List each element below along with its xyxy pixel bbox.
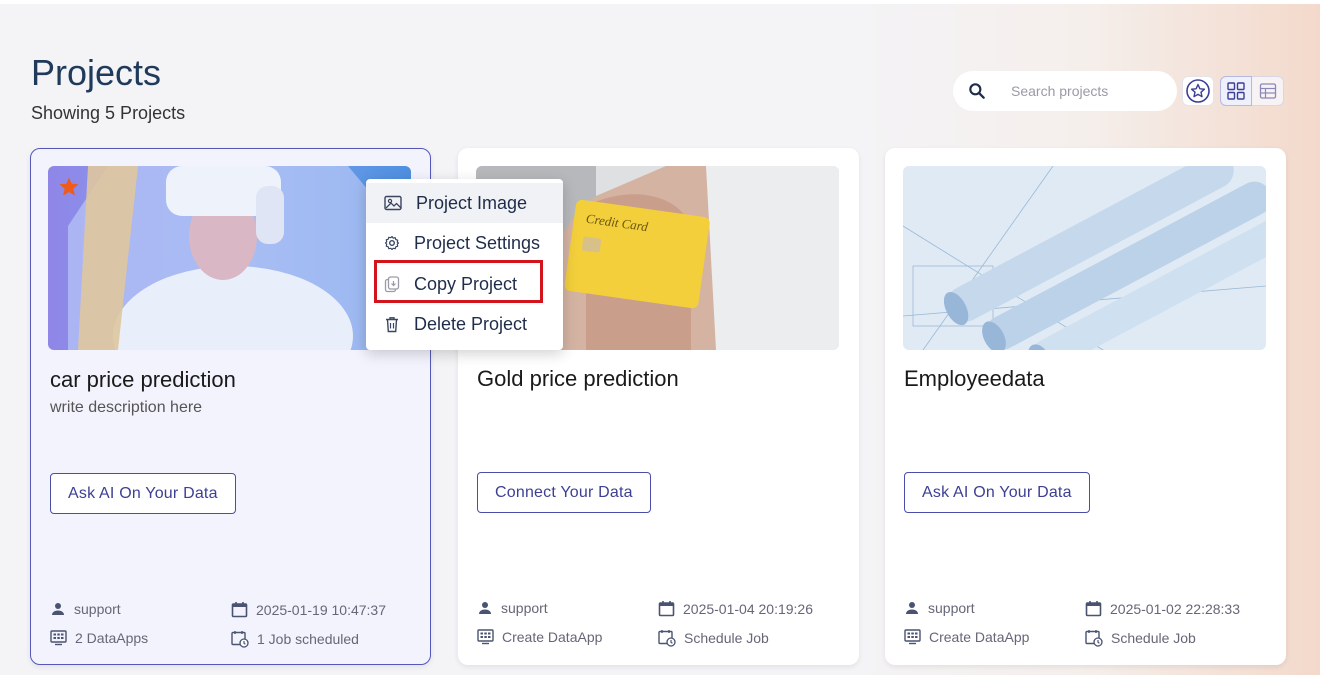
project-owner: support <box>50 601 121 617</box>
project-date: 2025-01-04 20:19:26 <box>658 600 813 617</box>
jobs-label: Schedule Job <box>684 630 769 646</box>
project-card[interactable]: Employeedata Ask AI On Your Data support… <box>885 148 1286 665</box>
ask-ai-button[interactable]: Ask AI On Your Data <box>904 472 1090 513</box>
favorites-filter-button[interactable] <box>1182 76 1214 106</box>
jobs-label: Schedule Job <box>1111 630 1196 646</box>
calendar-icon <box>1085 601 1102 617</box>
dataapp-icon <box>50 630 67 646</box>
owner-name: support <box>928 600 975 616</box>
menu-item-project-image[interactable]: Project Image <box>366 183 563 223</box>
copy-project-highlight-box <box>374 260 543 303</box>
schedule-job-link[interactable]: Schedule Job <box>1085 629 1196 647</box>
favorite-star-icon[interactable] <box>58 176 80 198</box>
blueprint-image <box>903 166 1266 350</box>
create-dataapp-link[interactable]: Create DataApp <box>477 629 602 645</box>
jobs-label: 1 Job scheduled <box>257 631 359 647</box>
user-icon <box>52 603 64 615</box>
schedule-job-link[interactable]: Schedule Job <box>658 629 769 647</box>
menu-item-project-settings[interactable]: Project Settings <box>366 223 563 263</box>
projects-page: Projects Showing 5 Projects Search proje… <box>0 4 1320 675</box>
grid-view-button[interactable] <box>1220 76 1252 106</box>
connect-data-button[interactable]: Connect Your Data <box>477 472 651 513</box>
schedule-icon <box>1085 630 1103 647</box>
star-circle-icon <box>1186 79 1210 103</box>
owner-name: support <box>501 600 548 616</box>
jobs-link[interactable]: 1 Job scheduled <box>231 630 359 648</box>
search-box[interactable] <box>953 71 1177 111</box>
project-date: 2025-01-02 22:28:33 <box>1085 600 1240 617</box>
project-owner: support <box>904 600 975 616</box>
dataapp-icon <box>477 629 494 645</box>
vr-headset-image <box>48 166 411 350</box>
project-name[interactable]: car price prediction <box>50 367 236 393</box>
project-name[interactable]: Employeedata <box>904 366 1045 392</box>
schedule-icon <box>231 631 249 648</box>
page-title: Projects <box>31 52 162 93</box>
created-date: 2025-01-02 22:28:33 <box>1110 600 1240 617</box>
table-view-button[interactable] <box>1252 76 1284 106</box>
ask-ai-button[interactable]: Ask AI On Your Data <box>50 473 236 514</box>
dataapps-link[interactable]: 2 DataApps <box>50 630 148 646</box>
project-image <box>48 166 411 350</box>
dataapps-label: Create DataApp <box>929 629 1030 645</box>
project-image <box>903 166 1266 350</box>
created-date: 2025-01-04 20:19:26 <box>683 600 813 617</box>
owner-name: support <box>74 601 121 617</box>
grid-view-icon <box>1227 82 1245 100</box>
menu-item-label: Project Image <box>416 192 528 213</box>
search-icon <box>969 83 985 99</box>
table-view-icon <box>1259 83 1276 99</box>
calendar-icon <box>658 601 675 617</box>
project-count: Showing 5 Projects <box>31 103 186 123</box>
user-icon <box>906 602 918 614</box>
calendar-icon <box>231 602 248 618</box>
trash-icon <box>386 316 398 332</box>
image-icon <box>384 195 402 211</box>
search-input[interactable] <box>1011 83 1161 99</box>
menu-item-label: Project Settings <box>414 232 541 253</box>
create-dataapp-link[interactable]: Create DataApp <box>904 629 1029 645</box>
dataapps-label: Create DataApp <box>502 629 603 645</box>
dataapp-icon <box>904 629 921 645</box>
menu-item-label: Delete Project <box>414 313 528 334</box>
project-name[interactable]: Gold price prediction <box>477 366 679 392</box>
user-icon <box>479 602 491 614</box>
project-owner: support <box>477 600 548 616</box>
project-description: write description here <box>50 399 203 416</box>
dataapps-label: 2 DataApps <box>75 630 149 646</box>
created-date: 2025-01-19 10:47:37 <box>256 601 386 618</box>
schedule-icon <box>658 630 676 647</box>
menu-item-delete-project[interactable]: Delete Project <box>366 304 563 344</box>
gear-icon <box>384 235 400 251</box>
project-date: 2025-01-19 10:47:37 <box>231 601 386 618</box>
